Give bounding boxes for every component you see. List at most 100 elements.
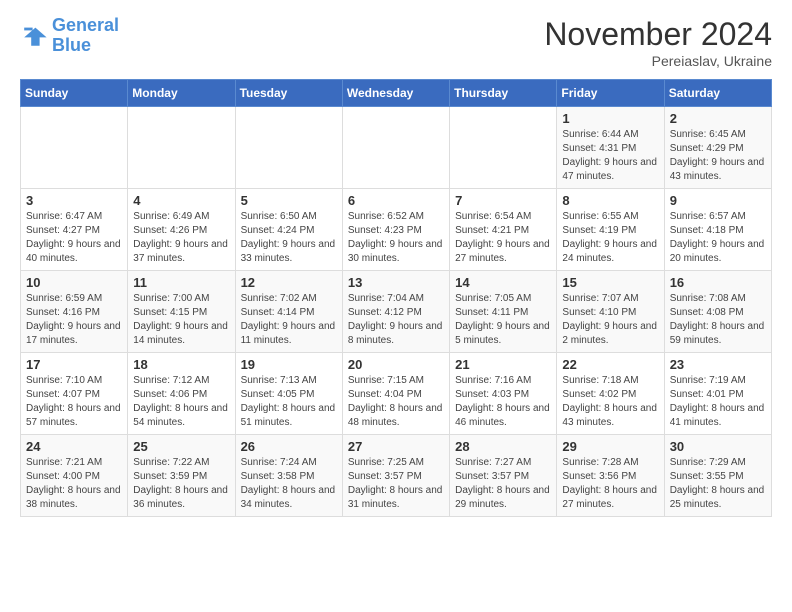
day-info: Sunrise: 7:04 AMSunset: 4:12 PMDaylight:…	[348, 292, 444, 348]
day-info: Sunrise: 6:55 AMSunset: 4:19 PMDaylight:…	[562, 210, 658, 266]
day-number: 18	[133, 357, 229, 372]
calendar-week-1: 1 Sunrise: 6:44 AMSunset: 4:31 PMDaylight…	[21, 107, 772, 189]
page: General Blue November 2024 Pereiaslav, U…	[0, 0, 792, 533]
calendar-cell: 5 Sunrise: 6:50 AMSunset: 4:24 PMDaylight…	[235, 189, 342, 271]
calendar-cell: 29Sunrise: 7:28 AMSunset: 3:56 PMDayligh…	[557, 435, 664, 517]
header-friday: Friday	[557, 80, 664, 107]
day-number: 1	[562, 111, 658, 126]
day-info: Sunrise: 7:22 AMSunset: 3:59 PMDaylight:…	[133, 456, 229, 512]
calendar-cell: 9Sunrise: 6:57 AMSunset: 4:18 PMDaylight…	[664, 189, 771, 271]
calendar-cell: 23 Sunrise: 7:19 AMSunset: 4:01 PMDayligh…	[664, 353, 771, 435]
day-info: Sunrise: 7:13 AMSunset: 4:05 PMDaylight:…	[241, 374, 337, 430]
calendar-cell: 8 Sunrise: 6:55 AMSunset: 4:19 PMDaylight…	[557, 189, 664, 271]
day-info: Sunrise: 7:00 AMSunset: 4:15 PMDaylight:…	[133, 292, 229, 348]
calendar-cell	[450, 107, 557, 189]
day-number: 5	[241, 193, 337, 208]
day-number: 12	[241, 275, 337, 290]
calendar-cell	[128, 107, 235, 189]
day-info: Sunrise: 7:02 AMSunset: 4:14 PMDaylight:…	[241, 292, 337, 348]
day-info: Sunrise: 7:28 AMSunset: 3:56 PMDaylight:…	[562, 456, 658, 512]
calendar-cell: 18Sunrise: 7:12 AMSunset: 4:06 PMDayligh…	[128, 353, 235, 435]
calendar-cell: 26Sunrise: 7:24 AMSunset: 3:58 PMDayligh…	[235, 435, 342, 517]
day-info: Sunrise: 6:52 AMSunset: 4:23 PMDaylight:…	[348, 210, 444, 266]
calendar-cell: 19Sunrise: 7:13 AMSunset: 4:05 PMDayligh…	[235, 353, 342, 435]
day-number: 13	[348, 275, 444, 290]
day-number: 22	[562, 357, 658, 372]
calendar-cell: 10 Sunrise: 6:59 AMSunset: 4:16 PMDayligh…	[21, 271, 128, 353]
calendar-cell: 11 Sunrise: 7:00 AMSunset: 4:15 PMDayligh…	[128, 271, 235, 353]
calendar-cell: 6 Sunrise: 6:52 AMSunset: 4:23 PMDaylight…	[342, 189, 449, 271]
logo: General Blue	[20, 16, 119, 56]
day-info: Sunrise: 7:15 AMSunset: 4:04 PMDaylight:…	[348, 374, 444, 430]
calendar-cell: 24Sunrise: 7:21 AMSunset: 4:00 PMDayligh…	[21, 435, 128, 517]
day-number: 3	[26, 193, 122, 208]
day-info: Sunrise: 7:08 AMSunset: 4:08 PMDaylight:…	[670, 292, 766, 348]
day-info: Sunrise: 7:18 AMSunset: 4:02 PMDaylight:…	[562, 374, 658, 430]
logo-line1: General	[52, 15, 119, 35]
day-number: 10	[26, 275, 122, 290]
header-saturday: Saturday	[664, 80, 771, 107]
day-info: Sunrise: 7:05 AMSunset: 4:11 PMDaylight:…	[455, 292, 551, 348]
day-info: Sunrise: 7:27 AMSunset: 3:57 PMDaylight:…	[455, 456, 551, 512]
day-number: 25	[133, 439, 229, 454]
day-number: 20	[348, 357, 444, 372]
header-wednesday: Wednesday	[342, 80, 449, 107]
day-number: 11	[133, 275, 229, 290]
month-title: November 2024	[544, 16, 772, 53]
calendar-cell: 28Sunrise: 7:27 AMSunset: 3:57 PMDayligh…	[450, 435, 557, 517]
header: General Blue November 2024 Pereiaslav, U…	[20, 16, 772, 69]
day-info: Sunrise: 6:59 AMSunset: 4:16 PMDaylight:…	[26, 292, 122, 348]
day-number: 30	[670, 439, 766, 454]
calendar-week-2: 3Sunrise: 6:47 AMSunset: 4:27 PMDaylight…	[21, 189, 772, 271]
header-sunday: Sunday	[21, 80, 128, 107]
day-info: Sunrise: 7:10 AMSunset: 4:07 PMDaylight:…	[26, 374, 122, 430]
calendar-cell: 1 Sunrise: 6:44 AMSunset: 4:31 PMDaylight…	[557, 107, 664, 189]
day-number: 4	[133, 193, 229, 208]
logo-icon	[20, 22, 48, 50]
day-info: Sunrise: 6:49 AMSunset: 4:26 PMDaylight:…	[133, 210, 229, 266]
day-number: 14	[455, 275, 551, 290]
day-number: 24	[26, 439, 122, 454]
day-number: 27	[348, 439, 444, 454]
calendar-cell: 27 Sunrise: 7:25 AMSunset: 3:57 PMDayligh…	[342, 435, 449, 517]
day-info: Sunrise: 7:24 AMSunset: 3:58 PMDaylight:…	[241, 456, 337, 512]
calendar-cell	[342, 107, 449, 189]
day-info: Sunrise: 6:57 AMSunset: 4:18 PMDaylight:…	[670, 210, 766, 266]
day-info: Sunrise: 7:25 AMSunset: 3:57 PMDaylight:…	[348, 456, 444, 512]
calendar-week-4: 17 Sunrise: 7:10 AMSunset: 4:07 PMDayligh…	[21, 353, 772, 435]
header-monday: Monday	[128, 80, 235, 107]
day-info: Sunrise: 7:16 AMSunset: 4:03 PMDaylight:…	[455, 374, 551, 430]
calendar-week-5: 24Sunrise: 7:21 AMSunset: 4:00 PMDayligh…	[21, 435, 772, 517]
calendar-cell: 21Sunrise: 7:16 AMSunset: 4:03 PMDayligh…	[450, 353, 557, 435]
calendar-cell: 12 Sunrise: 7:02 AMSunset: 4:14 PMDayligh…	[235, 271, 342, 353]
calendar-cell: 14 Sunrise: 7:05 AMSunset: 4:11 PMDayligh…	[450, 271, 557, 353]
day-info: Sunrise: 7:29 AMSunset: 3:55 PMDaylight:…	[670, 456, 766, 512]
day-info: Sunrise: 7:07 AMSunset: 4:10 PMDaylight:…	[562, 292, 658, 348]
day-number: 16	[670, 275, 766, 290]
day-info: Sunrise: 6:44 AMSunset: 4:31 PMDaylight:…	[562, 128, 658, 184]
title-block: November 2024 Pereiaslav, Ukraine	[544, 16, 772, 69]
day-number: 2	[670, 111, 766, 126]
day-number: 15	[562, 275, 658, 290]
calendar-cell: 17 Sunrise: 7:10 AMSunset: 4:07 PMDayligh…	[21, 353, 128, 435]
day-number: 8	[562, 193, 658, 208]
day-number: 17	[26, 357, 122, 372]
calendar-cell: 2 Sunrise: 6:45 AMSunset: 4:29 PMDaylight…	[664, 107, 771, 189]
calendar-cell: 16 Sunrise: 7:08 AMSunset: 4:08 PMDayligh…	[664, 271, 771, 353]
location: Pereiaslav, Ukraine	[544, 53, 772, 69]
calendar: Sunday Monday Tuesday Wednesday Thursday…	[20, 79, 772, 517]
calendar-cell	[21, 107, 128, 189]
logo-text: General Blue	[52, 16, 119, 56]
day-number: 23	[670, 357, 766, 372]
calendar-cell: 30 Sunrise: 7:29 AMSunset: 3:55 PMDayligh…	[664, 435, 771, 517]
calendar-cell: 15 Sunrise: 7:07 AMSunset: 4:10 PMDayligh…	[557, 271, 664, 353]
calendar-cell: 3Sunrise: 6:47 AMSunset: 4:27 PMDaylight…	[21, 189, 128, 271]
calendar-cell: 4 Sunrise: 6:49 AMSunset: 4:26 PMDaylight…	[128, 189, 235, 271]
day-info: Sunrise: 6:50 AMSunset: 4:24 PMDaylight:…	[241, 210, 337, 266]
day-info: Sunrise: 6:45 AMSunset: 4:29 PMDaylight:…	[670, 128, 766, 184]
calendar-week-3: 10 Sunrise: 6:59 AMSunset: 4:16 PMDayligh…	[21, 271, 772, 353]
header-thursday: Thursday	[450, 80, 557, 107]
day-info: Sunrise: 6:54 AMSunset: 4:21 PMDaylight:…	[455, 210, 551, 266]
day-info: Sunrise: 7:19 AMSunset: 4:01 PMDaylight:…	[670, 374, 766, 430]
day-number: 6	[348, 193, 444, 208]
